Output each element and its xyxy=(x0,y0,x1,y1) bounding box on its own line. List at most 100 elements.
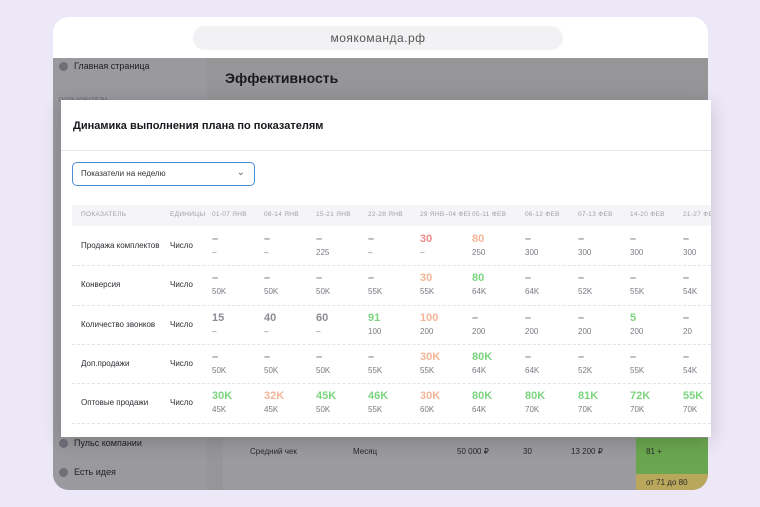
column-header: ЕДИНИЦЫ xyxy=(170,211,206,218)
cell-fact-value: 80 xyxy=(472,233,485,245)
cell-fact-value: – xyxy=(578,272,585,285)
cell-fact-value: – xyxy=(683,272,690,285)
cell-fact-value: – xyxy=(578,311,585,324)
cell-plan-value: 70K xyxy=(683,405,698,415)
cell-plan-value: 50K xyxy=(316,287,331,297)
indicator-name: Количество звонков xyxy=(81,319,156,329)
sidebar-item-pulse[interactable]: Пульс компании xyxy=(59,438,142,448)
row-plan: 50 000 ₽ xyxy=(457,447,489,456)
indicator-unit: Число xyxy=(170,319,194,329)
cell-fact-value: – xyxy=(212,233,219,245)
column-header: 21-27 ФЕВ xyxy=(683,211,711,218)
indicator-name: Конверсия xyxy=(81,280,121,290)
indicator-name: Оптовые продажи xyxy=(81,398,149,408)
cell-fact-value: 30K xyxy=(212,390,233,403)
cell-fact-value: 80K xyxy=(472,350,493,363)
period-select[interactable]: Показатели на неделю ⌄ xyxy=(72,162,255,186)
home-icon xyxy=(59,61,68,71)
cell-plan-value: 55K xyxy=(420,287,435,297)
cell-plan-value: 64K xyxy=(472,365,487,375)
cell-fact-value: 32K xyxy=(264,390,285,403)
cell-plan-value: 50K xyxy=(316,405,331,415)
cell-plan-value: 45K xyxy=(212,405,227,415)
cell-plan-value: 64K xyxy=(472,405,487,415)
cell-fact-value: – xyxy=(683,233,690,245)
background-table-row: Средний чек Месяц 50 000 ₽ 30 13 200 ₽ xyxy=(223,436,693,490)
column-header: 22-28 ЯНВ xyxy=(368,211,403,218)
page-title: Эффективность xyxy=(225,70,339,86)
sidebar-item-home[interactable]: Главная страница xyxy=(59,61,150,71)
cell-plan-value: 54K xyxy=(683,365,698,375)
divider xyxy=(61,150,711,151)
row-divider xyxy=(72,265,711,267)
cell-plan-value: 70K xyxy=(578,405,593,415)
cell-fact-value: – xyxy=(316,272,323,285)
cell-fact-value: – xyxy=(368,233,375,245)
cell-plan-value: 70K xyxy=(525,405,540,415)
cell-fact-value: 30 xyxy=(420,233,433,245)
sidebar-item-label: Есть идея xyxy=(74,467,116,477)
cell-plan-value: 50K xyxy=(212,365,227,375)
cell-fact-value: 15 xyxy=(212,311,225,324)
cell-fact-value: – xyxy=(630,233,637,245)
cell-fact-value: 30K xyxy=(420,390,441,403)
sidebar-item-label: Главная страница xyxy=(74,61,150,71)
cell-fact-value: – xyxy=(368,350,375,363)
column-header: 07-13 ФЕВ xyxy=(578,211,613,218)
cell-plan-value: 300 xyxy=(578,248,592,257)
cell-plan-value: 50K xyxy=(264,365,279,375)
cell-plan-value: 45K xyxy=(264,405,279,415)
idea-icon xyxy=(59,467,68,477)
column-header: 15-21 ЯНВ xyxy=(316,211,351,218)
cell-plan-value: 200 xyxy=(630,326,644,336)
cell-plan-value: 64K xyxy=(472,287,487,297)
cell-fact-value: – xyxy=(316,233,323,245)
cell-plan-value: 225 xyxy=(316,248,330,257)
table-header: ПОКАЗАТЕЛЬ ЕДИНИЦЫ 01-07 ЯНВ 08-14 ЯНВ 15-21… xyxy=(72,205,711,226)
cell-fact-value: – xyxy=(316,350,323,363)
column-header: 08-14 ЯНВ xyxy=(264,211,299,218)
row-divider xyxy=(72,383,711,385)
cell-fact-value: – xyxy=(525,311,532,324)
cell-fact-value: 46K xyxy=(368,390,389,403)
cell-plan-value: 55K xyxy=(368,365,383,375)
modal-title: Динамика выполнения плана по показателям xyxy=(73,120,324,132)
status-badge-yellow: от 71 до 80 xyxy=(636,474,708,490)
row-divider xyxy=(72,304,711,306)
cell-fact-value: – xyxy=(264,272,271,285)
cell-fact-value: – xyxy=(368,272,375,285)
cell-fact-value: 5 xyxy=(630,311,637,324)
column-header: 06-12 ФЕВ xyxy=(525,211,560,218)
cell-fact-value: 80 xyxy=(472,272,485,285)
cell-fact-value: – xyxy=(578,350,585,363)
cell-plan-value: 64K xyxy=(525,287,540,297)
row-divider xyxy=(72,343,711,345)
sidebar-item-label: Пульс компании xyxy=(74,438,142,448)
cell-plan-value: 200 xyxy=(472,326,486,336)
cell-fact-value: – xyxy=(472,311,479,324)
cell-fact-value: 45K xyxy=(316,390,337,403)
indicator-unit: Число xyxy=(170,241,194,250)
cell-plan-value: 54K xyxy=(683,287,698,297)
cell-plan-value: 70K xyxy=(630,405,645,415)
indicator-unit: Число xyxy=(170,358,194,368)
cell-fact-value: – xyxy=(630,272,637,285)
sidebar-item-idea[interactable]: Есть идея xyxy=(59,467,116,477)
cell-fact-value: – xyxy=(264,350,271,363)
url-bar[interactable]: моякоманда.рф xyxy=(193,26,563,50)
cell-plan-value: 55K xyxy=(368,405,383,415)
cell-plan-value: – xyxy=(316,326,321,336)
row-period: Месяц xyxy=(353,447,378,456)
column-header: 14-20 ФЕВ xyxy=(630,211,665,218)
cell-plan-value: 50K xyxy=(212,287,227,297)
status-badge-green: 81 + xyxy=(636,438,708,474)
chevron-down-icon: ⌄ xyxy=(236,167,245,178)
cell-fact-value: 80K xyxy=(525,390,546,403)
cell-plan-value: – xyxy=(212,248,217,257)
column-header: ПОКАЗАТЕЛЬ xyxy=(81,211,127,218)
cell-fact-value: 80K xyxy=(472,390,493,403)
cell-plan-value: 50K xyxy=(316,365,331,375)
cell-plan-value: 300 xyxy=(630,248,644,257)
cell-plan-value: 200 xyxy=(525,326,539,336)
cell-fact-value: 81K xyxy=(578,390,599,403)
